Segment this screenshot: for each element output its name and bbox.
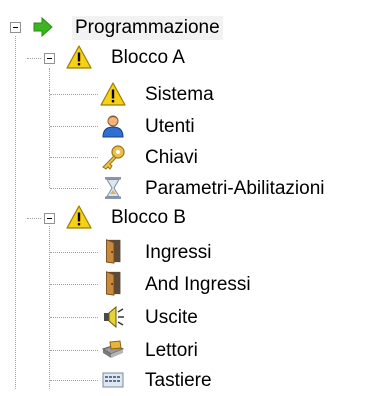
tree-node-label[interactable]: Blocco A bbox=[108, 46, 188, 70]
tree-node-lettori[interactable]: Lettori bbox=[0, 336, 260, 366]
tree-node-label[interactable]: Parametri-Abilitazioni bbox=[142, 177, 328, 201]
collapse-toggle-icon[interactable] bbox=[44, 213, 55, 224]
tree-node-blocco-b[interactable]: Blocco B bbox=[0, 204, 260, 234]
tree-node-label[interactable]: Sistema bbox=[142, 83, 217, 107]
tree-node-uscite[interactable]: Uscite bbox=[0, 303, 260, 333]
tree-node-and-ingressi[interactable]: And Ingressi bbox=[0, 270, 260, 300]
warning-icon bbox=[100, 82, 126, 106]
keyboard-icon bbox=[102, 372, 124, 388]
warning-icon bbox=[66, 45, 92, 69]
speaker-icon bbox=[104, 305, 124, 329]
tree-node-label[interactable]: Programmazione bbox=[72, 16, 223, 40]
card-reader-icon bbox=[101, 340, 125, 358]
key-icon bbox=[102, 145, 125, 170]
tree-node-parametri-abilitazioni[interactable]: Parametri-Abilitazioni bbox=[0, 174, 380, 204]
tree-node-label[interactable]: And Ingressi bbox=[142, 273, 254, 297]
collapse-toggle-icon[interactable] bbox=[44, 53, 55, 64]
tree-node-label[interactable]: Uscite bbox=[142, 306, 201, 330]
green-arrow-icon bbox=[33, 16, 53, 38]
tree-view: Programmazione Blocco A Sistema Utenti C… bbox=[0, 0, 380, 391]
warning-icon bbox=[66, 205, 92, 229]
tree-node-tastiere[interactable]: Tastiere bbox=[0, 366, 260, 396]
tree-node-label[interactable]: Chiavi bbox=[142, 146, 201, 170]
tree-node-label[interactable]: Utenti bbox=[142, 115, 198, 139]
tree-node-chiavi[interactable]: Chiavi bbox=[0, 143, 260, 173]
tree-node-label[interactable]: Tastiere bbox=[142, 369, 215, 393]
tree-node-label[interactable]: Blocco B bbox=[108, 206, 189, 230]
collapse-toggle-icon[interactable] bbox=[10, 22, 21, 33]
user-icon bbox=[102, 115, 124, 138]
tree-node-label[interactable]: Ingressi bbox=[142, 241, 215, 265]
hourglass-icon bbox=[105, 177, 121, 199]
door-icon bbox=[106, 271, 121, 296]
tree-node-sistema[interactable]: Sistema bbox=[0, 80, 260, 110]
tree-node-blocco-a[interactable]: Blocco A bbox=[0, 44, 260, 74]
tree-node-label[interactable]: Lettori bbox=[142, 339, 201, 363]
door-icon bbox=[106, 239, 121, 264]
tree-node-utenti[interactable]: Utenti bbox=[0, 112, 260, 142]
tree-node-programmazione[interactable]: Programmazione bbox=[0, 14, 280, 44]
tree-node-ingressi[interactable]: Ingressi bbox=[0, 238, 260, 268]
